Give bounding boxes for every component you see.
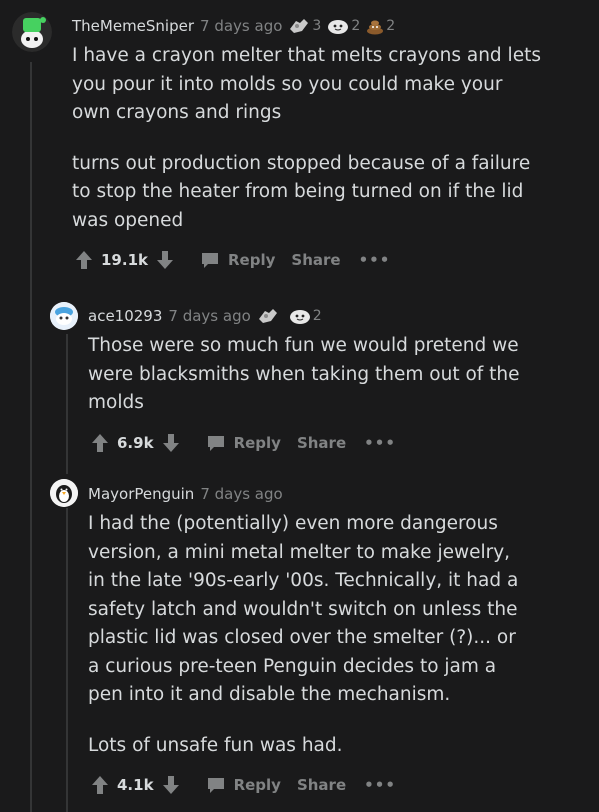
comment-body: Those were so much fun we would pretend …	[88, 332, 528, 418]
award[interactable]: 2	[327, 17, 360, 35]
thread-line-root[interactable]	[30, 62, 32, 812]
reply-button[interactable]: Reply	[206, 434, 281, 452]
downvote-icon[interactable]	[162, 775, 180, 795]
avatar[interactable]	[50, 479, 78, 507]
comment-bubble-icon	[207, 778, 224, 793]
reply-label: Reply	[233, 434, 281, 452]
username[interactable]: ace10293	[88, 307, 162, 325]
more-options-button[interactable]: •••	[364, 776, 396, 794]
comment-paragraph: Those were so much fun we would pretend …	[88, 335, 520, 413]
share-button[interactable]: Share	[297, 776, 346, 794]
upvote-icon[interactable]	[91, 433, 109, 453]
comment-paragraph: Lots of unsafe fun was had.	[88, 734, 343, 756]
upvote-icon[interactable]	[91, 775, 109, 795]
comment-actions: 6.9k Reply Share •••	[91, 433, 396, 453]
reply-button[interactable]: Reply	[200, 251, 275, 269]
silver-award-icon	[258, 309, 277, 323]
comment-actions: 4.1k Reply Share •••	[91, 775, 396, 795]
wholesome-award-icon	[328, 20, 349, 34]
share-button[interactable]: Share	[291, 251, 340, 269]
vote-score: 6.9k	[117, 434, 154, 452]
thread-line-reply-2[interactable]	[66, 508, 68, 812]
award-count: 2	[312, 308, 322, 324]
penguin-avatar-icon	[50, 479, 78, 507]
poop-award-icon	[367, 20, 384, 35]
downvote-icon[interactable]	[156, 250, 174, 270]
username[interactable]: TheMemeSniper	[72, 17, 194, 35]
wholesome-award-icon	[289, 310, 310, 324]
award-count: 2	[351, 18, 361, 34]
award[interactable]: 2	[289, 307, 322, 325]
vote-score: 19.1k	[101, 251, 148, 269]
timestamp[interactable]: 7 days ago	[200, 485, 282, 503]
reply-label: Reply	[233, 776, 281, 794]
comment-meta: TheMemeSniper 7 days ago 3 2 2	[72, 17, 395, 35]
snoo-avatar-icon	[50, 302, 78, 330]
award-count: 2	[386, 18, 396, 34]
more-options-button[interactable]: •••	[359, 251, 391, 269]
avatar[interactable]	[50, 302, 78, 330]
thread-line-reply[interactable]	[66, 334, 68, 474]
timestamp[interactable]: 7 days ago	[200, 17, 282, 35]
silver-award-icon	[290, 19, 309, 33]
reply-label: Reply	[228, 251, 276, 269]
downvote-icon[interactable]	[162, 433, 180, 453]
comment-body: I have a crayon melter that melts crayon…	[72, 42, 542, 235]
comment-paragraph: I have a crayon melter that melts crayon…	[72, 45, 541, 123]
award[interactable]: 2	[366, 17, 395, 35]
comment-meta: ace10293 7 days ago 2	[88, 307, 322, 325]
comment-bubble-icon	[202, 253, 218, 268]
avatar[interactable]	[12, 12, 52, 52]
award-count: 3	[312, 18, 322, 34]
more-options-button[interactable]: •••	[364, 434, 396, 452]
snoo-avatar-icon	[12, 12, 52, 52]
comment-paragraph: turns out production stopped because of …	[72, 152, 531, 231]
award[interactable]	[257, 307, 279, 325]
username[interactable]: MayorPenguin	[88, 485, 194, 503]
comment-paragraph: I had the (potentially) even more danger…	[88, 513, 519, 705]
award[interactable]: 3	[288, 17, 321, 35]
comment-actions: 19.1k Reply Share •••	[75, 250, 390, 270]
vote-score: 4.1k	[117, 776, 154, 794]
comment-bubble-icon	[207, 436, 224, 451]
comment-body: I had the (potentially) even more danger…	[88, 510, 528, 760]
reply-button[interactable]: Reply	[206, 776, 281, 794]
upvote-icon[interactable]	[75, 250, 93, 270]
comment-meta: MayorPenguin 7 days ago	[88, 485, 283, 503]
share-button[interactable]: Share	[297, 434, 346, 452]
timestamp[interactable]: 7 days ago	[168, 307, 250, 325]
